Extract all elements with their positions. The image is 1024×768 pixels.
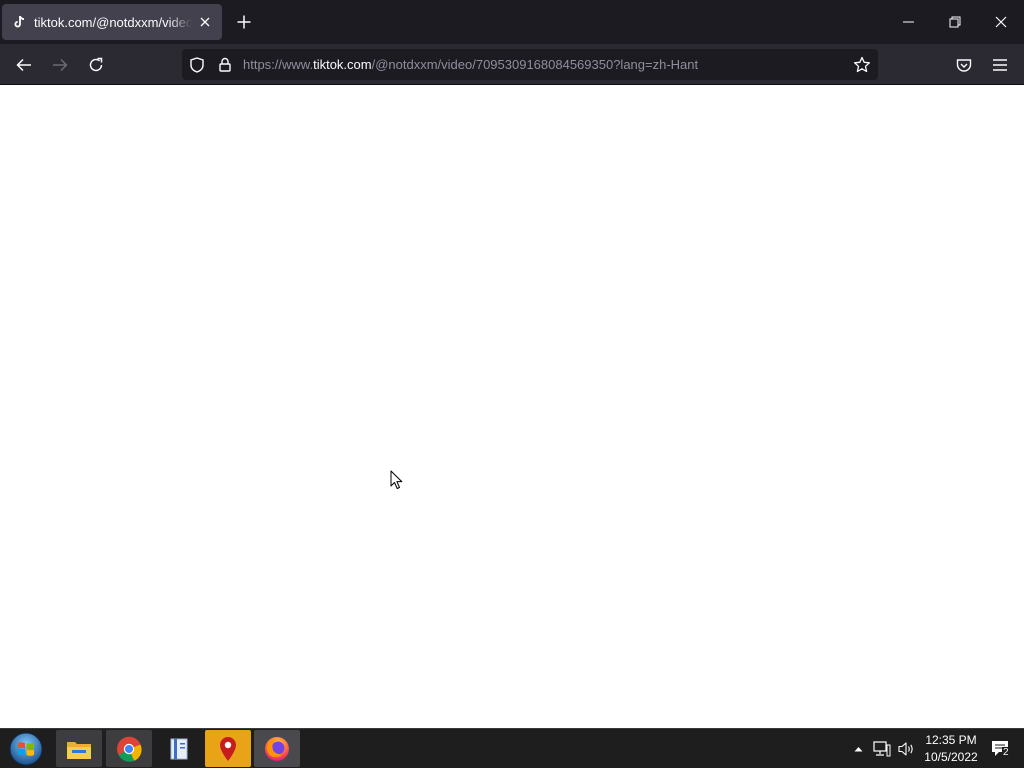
bookmark-star-button[interactable]	[852, 55, 872, 75]
pocket-button[interactable]	[951, 52, 977, 78]
back-button[interactable]	[11, 52, 37, 78]
app-menu-button[interactable]	[987, 52, 1013, 78]
start-orb-icon	[9, 732, 43, 766]
taskbar-firefox[interactable]	[254, 730, 300, 767]
url-text: https://www.tiktok.com/@notdxxm/video/70…	[243, 57, 843, 72]
taskbar-file-explorer[interactable]	[56, 730, 102, 767]
taskbar-chrome[interactable]	[106, 730, 152, 767]
start-button[interactable]	[6, 731, 46, 767]
arrow-left-icon	[16, 58, 31, 72]
clock-time: 12:35 PM	[925, 733, 977, 747]
navigation-toolbar: https://www.tiktok.com/@notdxxm/video/70…	[0, 44, 1024, 85]
volume-button[interactable]	[897, 739, 917, 759]
url-prefix: https://www.	[243, 57, 314, 72]
book-icon	[170, 738, 188, 759]
restore-button[interactable]	[932, 0, 978, 44]
firefox-icon	[265, 736, 289, 761]
close-window-button[interactable]	[978, 0, 1024, 44]
tab-tiktok[interactable]: tiktok.com/@notdxxm/video/70953091680845…	[2, 4, 222, 40]
tiktok-icon	[12, 15, 26, 29]
lock-icon[interactable]	[216, 56, 234, 74]
pocket-icon	[956, 58, 972, 72]
clock-date: 10/5/2022	[924, 750, 978, 764]
minimize-button[interactable]	[886, 0, 932, 44]
arrow-right-icon	[53, 58, 68, 72]
file-explorer-icon	[67, 741, 91, 759]
tab-strip: tiktok.com/@notdxxm/video/70953091680845…	[0, 0, 1024, 44]
caret-up-icon	[854, 747, 862, 752]
hamburger-menu-icon	[993, 59, 1007, 71]
taskbar: 12:35 PM 10/5/2022 2	[0, 728, 1024, 768]
star-icon	[853, 56, 871, 73]
forward-button[interactable]	[47, 52, 73, 78]
close-tab-icon[interactable]	[196, 13, 214, 31]
network-icon	[873, 741, 891, 757]
show-hidden-icons-button[interactable]	[851, 742, 865, 756]
url-domain: tiktok.com	[313, 57, 372, 72]
taskbar-book-app[interactable]	[156, 730, 202, 767]
taskbar-clock[interactable]: 12:35 PM 10/5/2022	[922, 732, 980, 766]
notification-count: 2	[1002, 747, 1010, 758]
maps-pin-icon	[220, 736, 236, 761]
page-content[interactable]	[0, 85, 1024, 728]
url-bar[interactable]: https://www.tiktok.com/@notdxxm/video/70…	[182, 49, 878, 80]
reload-button[interactable]	[83, 52, 109, 78]
chrome-icon	[117, 736, 142, 762]
taskbar-maps-app[interactable]	[205, 730, 251, 767]
url-path: /@notdxxm/video/7095309168084569350?lang…	[371, 57, 699, 72]
network-button[interactable]	[872, 739, 892, 759]
reload-icon	[89, 57, 103, 72]
volume-icon	[898, 742, 913, 756]
mouse-cursor-icon	[390, 470, 403, 489]
new-tab-button[interactable]	[233, 11, 255, 33]
action-center-button[interactable]: 2	[990, 739, 1014, 761]
desktop-screen: tiktok.com/@notdxxm/video/70953091680845…	[0, 0, 1024, 768]
shield-icon[interactable]	[188, 56, 206, 74]
tab-title: tiktok.com/@notdxxm/video/70953091680845…	[34, 14, 192, 30]
